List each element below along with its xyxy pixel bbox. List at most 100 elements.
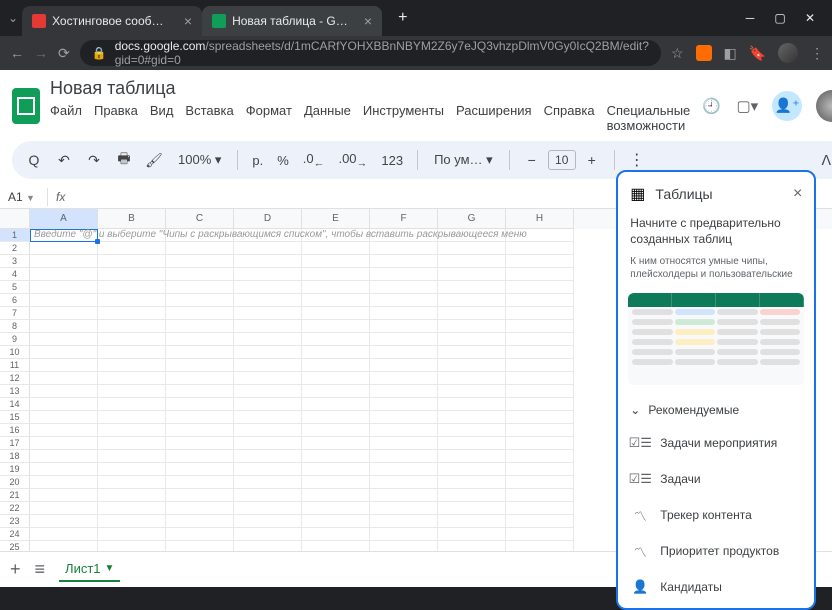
- font-size-input[interactable]: 10: [548, 150, 576, 170]
- cell[interactable]: [30, 437, 98, 450]
- cell[interactable]: [234, 450, 302, 463]
- cell[interactable]: [98, 398, 166, 411]
- cell[interactable]: [438, 281, 506, 294]
- row-header[interactable]: 16: [0, 424, 30, 437]
- document-title[interactable]: Новая таблица: [50, 78, 690, 99]
- cell[interactable]: [30, 515, 98, 528]
- cell[interactable]: [438, 411, 506, 424]
- menu-tools[interactable]: Инструменты: [363, 103, 444, 133]
- cell[interactable]: [98, 437, 166, 450]
- cell[interactable]: [302, 307, 370, 320]
- cell[interactable]: [98, 424, 166, 437]
- row-header[interactable]: 1: [0, 229, 30, 242]
- cell[interactable]: [98, 268, 166, 281]
- cell[interactable]: [302, 320, 370, 333]
- cell[interactable]: [506, 528, 574, 541]
- cell[interactable]: [234, 515, 302, 528]
- cell[interactable]: [438, 424, 506, 437]
- cell[interactable]: [234, 437, 302, 450]
- cell[interactable]: [438, 463, 506, 476]
- cell[interactable]: [30, 255, 98, 268]
- meet-icon[interactable]: ▢▾: [736, 95, 758, 117]
- cell[interactable]: [30, 489, 98, 502]
- row-header[interactable]: 11: [0, 359, 30, 372]
- maximize-icon[interactable]: ▢: [774, 11, 786, 25]
- cell[interactable]: [302, 385, 370, 398]
- cell[interactable]: [166, 307, 234, 320]
- cell[interactable]: [506, 333, 574, 346]
- cell[interactable]: [370, 476, 438, 489]
- share-button[interactable]: 👤⁺: [772, 91, 802, 121]
- cell[interactable]: [166, 450, 234, 463]
- menu-view[interactable]: Вид: [150, 103, 174, 133]
- menu-insert[interactable]: Вставка: [185, 103, 233, 133]
- cell[interactable]: [166, 502, 234, 515]
- cell[interactable]: [370, 320, 438, 333]
- cell[interactable]: [506, 476, 574, 489]
- cell[interactable]: [506, 515, 574, 528]
- cell[interactable]: [438, 398, 506, 411]
- row-header[interactable]: 5: [0, 281, 30, 294]
- template-item-candidates[interactable]: 👤Кандидаты: [618, 569, 814, 605]
- sheet-tab[interactable]: Лист1 ▼: [59, 557, 120, 582]
- cell[interactable]: [166, 242, 234, 255]
- menu-accessibility[interactable]: Специальные возможности: [607, 103, 691, 133]
- cell[interactable]: [30, 333, 98, 346]
- decrease-decimal-button[interactable]: .0←: [299, 151, 329, 170]
- template-item-event-tasks[interactable]: ☑☰Задачи мероприятия: [618, 425, 814, 461]
- row-header[interactable]: 17: [0, 437, 30, 450]
- cell[interactable]: [30, 502, 98, 515]
- cell[interactable]: [234, 333, 302, 346]
- print-icon[interactable]: 🖶: [112, 148, 136, 172]
- close-tab-icon[interactable]: ×: [184, 13, 192, 29]
- cell[interactable]: [506, 463, 574, 476]
- close-panel-icon[interactable]: ×: [793, 185, 802, 203]
- cell[interactable]: [30, 411, 98, 424]
- cell[interactable]: [302, 359, 370, 372]
- cell[interactable]: [234, 541, 302, 551]
- sheets-logo-icon[interactable]: [12, 88, 40, 124]
- cell[interactable]: [166, 333, 234, 346]
- cell[interactable]: [370, 398, 438, 411]
- cell[interactable]: [234, 372, 302, 385]
- font-select[interactable]: По ум… ▾: [428, 150, 499, 170]
- cell[interactable]: [98, 541, 166, 551]
- cell[interactable]: [506, 411, 574, 424]
- menu-help[interactable]: Справка: [544, 103, 595, 133]
- cell[interactable]: [370, 463, 438, 476]
- column-header[interactable]: E: [302, 209, 370, 229]
- cell[interactable]: [166, 294, 234, 307]
- cell[interactable]: [98, 476, 166, 489]
- cell[interactable]: [98, 450, 166, 463]
- cell[interactable]: [98, 385, 166, 398]
- cell[interactable]: [370, 515, 438, 528]
- browser-tab-inactive[interactable]: Хостинговое сообщество «Tin ×: [22, 6, 202, 36]
- cell[interactable]: [302, 541, 370, 551]
- cell[interactable]: [370, 242, 438, 255]
- cell[interactable]: [30, 385, 98, 398]
- cell[interactable]: [370, 411, 438, 424]
- undo-icon[interactable]: ↶: [52, 148, 76, 172]
- cell[interactable]: [234, 294, 302, 307]
- cell[interactable]: [98, 307, 166, 320]
- row-header[interactable]: 3: [0, 255, 30, 268]
- cell[interactable]: [30, 294, 98, 307]
- cell[interactable]: [234, 502, 302, 515]
- cell[interactable]: [98, 372, 166, 385]
- cell[interactable]: [30, 476, 98, 489]
- cell[interactable]: [166, 359, 234, 372]
- cell[interactable]: [302, 528, 370, 541]
- minimize-icon[interactable]: ─: [744, 11, 756, 25]
- cell[interactable]: [166, 372, 234, 385]
- cell[interactable]: [234, 268, 302, 281]
- bookmark-icon[interactable]: 🔖: [749, 45, 766, 62]
- cell[interactable]: [438, 437, 506, 450]
- cell[interactable]: [438, 294, 506, 307]
- cell[interactable]: [98, 515, 166, 528]
- cell[interactable]: [438, 385, 506, 398]
- forward-icon[interactable]: →: [34, 45, 48, 61]
- cell[interactable]: [506, 255, 574, 268]
- star-icon[interactable]: ☆: [671, 45, 684, 62]
- cell[interactable]: [98, 281, 166, 294]
- cell[interactable]: [506, 359, 574, 372]
